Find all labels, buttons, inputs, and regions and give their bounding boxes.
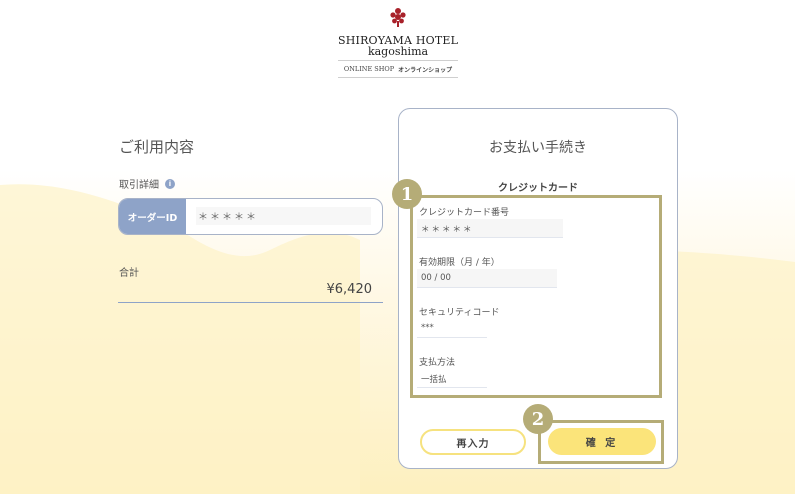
transaction-detail-text: 取引詳細 (119, 180, 159, 191)
annotation-box-1 (410, 195, 662, 398)
shop-label-jp: オンラインショップ (398, 66, 453, 74)
hotel-crest-icon (390, 8, 406, 27)
transaction-detail-label: 取引詳細 i (119, 176, 175, 191)
total-value: ¥6,420 (326, 282, 373, 297)
usage-title: ご利用内容 (119, 138, 195, 156)
logo-subtitle: kagoshima (367, 45, 429, 58)
annotation-badge-1: 1 (392, 179, 422, 209)
reset-button[interactable]: 再入力 (420, 429, 526, 455)
total-divider (118, 302, 383, 303)
order-id-tag: オーダーID (119, 199, 186, 234)
shop-label-en: ONLINE SHOP (343, 65, 395, 73)
order-id-field: オーダーID ＊＊＊＊＊ (118, 198, 383, 235)
annotation-badge-2: 2 (523, 404, 553, 434)
hotel-logo[interactable]: SHIROYAMA HOTEL kagoshima (338, 6, 458, 58)
total-label: 合計 (119, 268, 139, 279)
payment-title: お支払い手続き (489, 140, 587, 156)
info-icon[interactable]: i (165, 178, 175, 189)
payment-method-subtitle: クレジットカード (498, 183, 578, 194)
order-id-value: ＊＊＊＊＊ (196, 207, 371, 225)
online-shop-label: ONLINE SHOP オンラインショップ (338, 60, 458, 78)
confirm-button[interactable]: 確 定 (548, 428, 656, 455)
